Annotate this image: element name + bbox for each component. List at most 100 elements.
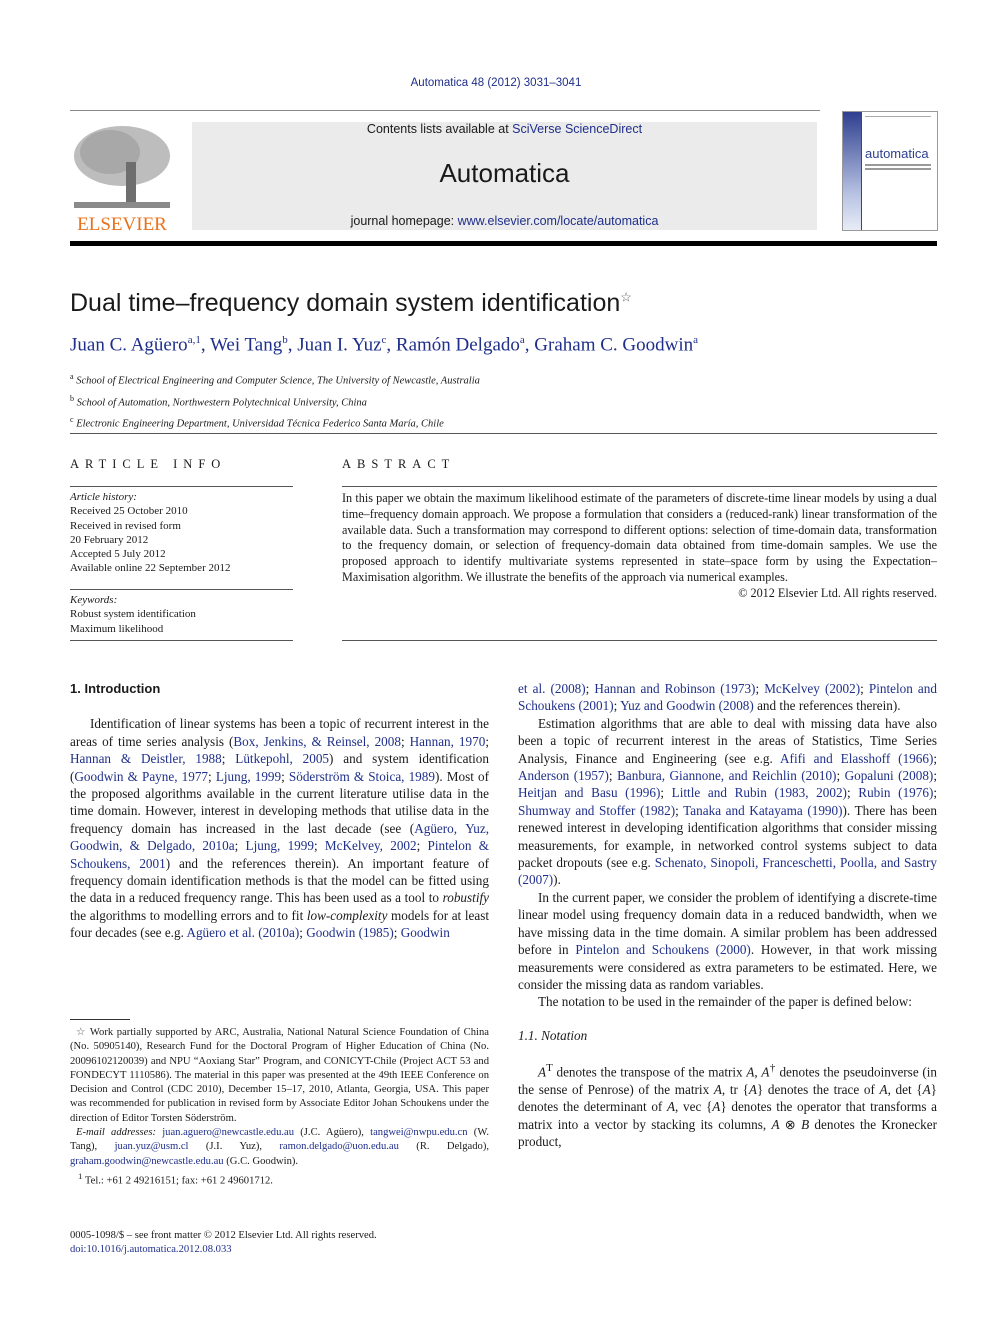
citation-link[interactable]: Rubin (1976) <box>858 785 933 800</box>
intro-paragraph: In the current paper, we consider the pr… <box>518 889 937 992</box>
article-info-heading: ARTICLE INFO <box>70 457 227 471</box>
citation-link[interactable]: Anderson (1957) <box>518 768 609 783</box>
journal-title: Automatica <box>439 158 570 188</box>
header-thick-rule <box>70 241 937 246</box>
italic-text: A <box>879 1081 888 1097</box>
citation-link[interactable]: Heitjan and Basu (1996) <box>518 785 660 800</box>
citation-link[interactable]: Afifi and Elasshoff (1966) <box>780 751 933 766</box>
citation-link[interactable]: Hannan and Robinson (1973) <box>594 681 755 696</box>
citation-link[interactable]: Agüero et al. (2010a) <box>186 925 299 940</box>
email-link[interactable]: ramon.delgado@uon.edu.au <box>279 1141 399 1152</box>
svg-text:ELSEVIER: ELSEVIER <box>77 214 167 234</box>
italic-text: low-complexity <box>306 907 388 923</box>
journal-reference-link[interactable]: Automatica 48 (2012) 3031–3041 <box>411 77 582 89</box>
citation-link[interactable]: McKelvey (2002) <box>764 681 860 696</box>
notation-paragraph: AT denotes the transpose of the matrix A… <box>518 1062 938 1150</box>
footnotes: ☆ Work partially supported by ARC, Austr… <box>70 1026 489 1189</box>
right-column: et al. (2008); Hannan and Robinson (1973… <box>518 680 937 1151</box>
homepage-link[interactable]: www.elsevier.com/locate/automatica <box>458 214 659 228</box>
italic-text: A <box>771 1116 780 1132</box>
elsevier-tree-icon: ELSEVIER <box>74 126 170 235</box>
title-footnote-star-icon[interactable]: ☆ <box>620 290 632 305</box>
article-history: Article history: Received 25 October 201… <box>70 491 231 575</box>
italic-text: A <box>666 1099 676 1115</box>
email-link[interactable]: tangwei@nwpu.edu.cn <box>370 1127 467 1138</box>
author-link[interactable]: Juan C. Agüero <box>70 334 188 355</box>
homepage-line: journal homepage: www.elsevier.com/locat… <box>350 214 659 228</box>
citation-link[interactable]: Banbura, Giannone, and Reichlin (2010) <box>617 768 836 783</box>
keywords: Keywords: Robust system identification M… <box>70 594 196 635</box>
issn-line: 0005-1098/$ – see front matter © 2012 El… <box>70 1230 377 1241</box>
citation-link[interactable]: Hannan & Deistler, 1988 <box>70 751 222 766</box>
intro-paragraph: Identification of linear systems has bee… <box>70 716 489 941</box>
subsection-heading-notation: 1.1. Notation <box>518 1027 588 1043</box>
contents-line: Contents lists available at SciVerse Sci… <box>366 122 643 136</box>
citation-link[interactable]: Tanaka and Katayama (1990) <box>683 803 842 818</box>
citation-link[interactable]: Goodwin & Payne, 1977 <box>74 769 208 784</box>
author-link[interactable]: Juan I. Yuz <box>297 334 381 355</box>
section-heading-introduction: 1. Introduction <box>70 681 161 696</box>
affiliation: a School of Electrical Engineering and C… <box>70 372 480 387</box>
email-link[interactable]: juan.aguero@newcastle.edu.au <box>162 1127 294 1138</box>
author-link[interactable]: Graham C. Goodwin <box>534 334 693 355</box>
cover-title: automatica <box>865 146 929 161</box>
keyword: Robust system identification <box>70 608 196 621</box>
citation-link[interactable]: Goodwin (1985) <box>306 925 394 940</box>
citation-link[interactable]: Ljung, 1999 <box>246 838 314 853</box>
italic-text: A <box>746 1064 755 1080</box>
sciencedirect-link[interactable]: SciVerse ScienceDirect <box>512 122 642 136</box>
doi-link[interactable]: doi:10.1016/j.automatica.2012.08.033 <box>70 1244 232 1255</box>
front-matter: 0005-1098/$ – see front matter © 2012 El… <box>70 1229 377 1258</box>
email-link[interactable]: juan.yuz@usm.cl <box>115 1141 189 1152</box>
citation-link[interactable]: Box, Jenkins, & Reinsel, 2008 <box>233 734 401 749</box>
italic-text: B <box>801 1116 810 1132</box>
elsevier-logo: ELSEVIER <box>70 122 174 235</box>
author-link[interactable]: Wei Tang <box>210 334 282 355</box>
citation-link[interactable]: Hannan, 1970 <box>410 734 486 749</box>
italic-text: A <box>713 1081 722 1097</box>
journal-reference[interactable]: Automatica 48 (2012) 3031–3041 <box>0 77 992 89</box>
email-link[interactable]: graham.goodwin@newcastle.edu.au <box>70 1156 224 1167</box>
citation-link[interactable]: Little and Rubin (1983, 2002) <box>672 785 847 800</box>
italic-text: A <box>538 1064 547 1080</box>
keyword: Maximum likelihood <box>70 622 164 635</box>
abstract-body: In this paper we obtain the maximum like… <box>342 491 937 600</box>
article-title: Dual time–frequency domain system identi… <box>70 289 632 317</box>
footnote-rule <box>70 1019 130 1020</box>
email-addresses: E-mail addresses: juan.aguero@newcastle.… <box>70 1127 489 1167</box>
abstract-copyright: © 2012 Elsevier Ltd. All rights reserved… <box>738 585 937 600</box>
citation-link[interactable]: et al. (2008) <box>518 681 586 696</box>
citation-link[interactable]: Schenato, Sinopoli, Franceschetti, Pooll… <box>518 855 937 887</box>
citation-link[interactable]: Pintelon and Schoukens (2000) <box>575 942 750 957</box>
journal-header-band: Contents lists available at SciVerse Sci… <box>192 122 817 230</box>
superscript: T <box>546 1062 553 1075</box>
citation-link[interactable]: Yuz and Goodwin (2008) <box>620 698 754 713</box>
italic-text: A <box>712 1099 721 1115</box>
affiliation: c Electronic Engineering Department, Uni… <box>70 415 444 430</box>
citation-link[interactable]: Ljung, 1999 <box>216 769 281 784</box>
italic-text: A <box>748 1081 757 1097</box>
abstract-heading: ABSTRACT <box>342 457 456 471</box>
intro-paragraph: The notation to be used in the remainder… <box>538 994 912 1010</box>
journal-cover-thumbnail[interactable]: automatica <box>842 111 938 231</box>
header-rule <box>70 110 820 111</box>
affiliation: b School of Automation, Northwestern Pol… <box>70 393 367 409</box>
citation-link[interactable]: Gopaluni (2008) <box>845 768 934 783</box>
author-link[interactable]: Ramón Delgado <box>396 334 520 355</box>
section-rule <box>70 433 937 434</box>
footnote-1: 1 Tel.: +61 2 49216151; fax: +61 2 49601… <box>78 1170 273 1187</box>
affiliations: a School of Electrical Engineering and C… <box>70 368 480 433</box>
italic-text: robustify <box>442 890 489 906</box>
author-list: Juan C. Agüeroa,1, Wei Tangb, Juan I. Yu… <box>70 334 699 356</box>
superscript: † <box>769 1062 776 1075</box>
citation-link[interactable]: McKelvey, 2002 <box>325 838 417 853</box>
citation-link[interactable]: Lütkepohl, 2005 <box>235 751 329 766</box>
intro-paragraph: et al. (2008); Hannan and Robinson (1973… <box>518 681 937 714</box>
citation-link[interactable]: Goodwin <box>401 925 450 940</box>
intro-paragraph: Estimation algorithms that are able to d… <box>518 715 938 888</box>
citation-link[interactable]: Söderström & Stoica, 1989 <box>289 769 435 784</box>
left-column: 1. Introduction Identification of linear… <box>70 680 489 942</box>
footnote-star: ☆ Work partially supported by ARC, Austr… <box>70 1027 489 1124</box>
citation-link[interactable]: Shumway and Stoffer (1982) <box>518 803 675 818</box>
italic-text: A <box>922 1081 931 1097</box>
